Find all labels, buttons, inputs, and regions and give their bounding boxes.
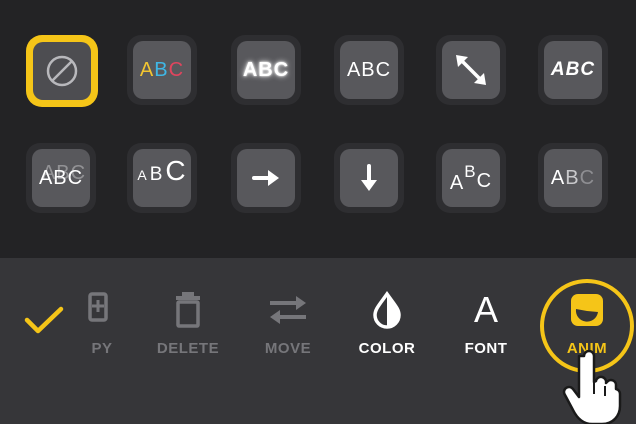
style-italic-bold-tile[interactable]: ABC — [538, 35, 608, 105]
style-italic-bold-preview: ABC — [544, 41, 602, 99]
grow-letter-b: B — [149, 164, 164, 185]
grow-letter-c: C — [165, 155, 187, 186]
fade-letter-c: C — [579, 166, 596, 189]
swap-arrows-icon — [270, 296, 306, 324]
style-fade-tile[interactable]: A B C — [538, 143, 608, 213]
font-label: FONT — [464, 340, 508, 357]
style-none-tile[interactable] — [26, 35, 98, 107]
copy-icon — [88, 292, 108, 322]
style-arrow-right-tile[interactable] — [231, 143, 301, 213]
pointing-hand-icon — [562, 349, 622, 424]
colored-letter-a: A — [139, 58, 155, 81]
color-button[interactable]: COLOR — [342, 290, 432, 357]
checkmark-icon — [24, 306, 64, 334]
shadow-text: ABC — [38, 166, 84, 189]
trash-icon — [176, 292, 200, 328]
wave-letter-a: A — [449, 171, 465, 194]
arrow-down-icon — [361, 164, 377, 191]
move-button[interactable]: MOVE — [243, 290, 333, 357]
copy-label: PY — [91, 340, 113, 357]
style-expand-preview — [442, 41, 500, 99]
style-glow-preview: ABC — [237, 41, 295, 99]
style-colored-letters-preview: A B C — [133, 41, 191, 99]
animation-style-grid: A B C ABC ABC ABC ABC A B C A B C A B C — [0, 0, 636, 258]
style-colored-letters-tile[interactable]: A B C — [127, 35, 197, 105]
style-plain-tile[interactable]: ABC — [334, 35, 404, 105]
style-expand-tile[interactable] — [436, 35, 506, 105]
style-glow-tile[interactable]: ABC — [231, 35, 301, 105]
color-label: COLOR — [358, 340, 416, 357]
expand-arrows-icon — [456, 55, 486, 85]
style-arrow-down-preview — [340, 149, 398, 207]
delete-button[interactable]: DELETE — [143, 290, 233, 357]
grow-letter-a: A — [137, 167, 148, 183]
colored-letter-b: B — [154, 58, 169, 81]
style-growing-size-preview: A B C — [133, 149, 191, 207]
style-fade-preview: A B C — [544, 149, 602, 207]
font-button[interactable]: A FONT — [441, 289, 531, 358]
font-icon: A — [473, 289, 498, 330]
copy-button[interactable]: PY — [64, 290, 134, 357]
style-wave-tile[interactable]: A B C — [436, 143, 506, 213]
wave-letter-b: B — [464, 162, 477, 181]
style-growing-size-tile[interactable]: A B C — [127, 143, 197, 213]
style-arrow-down-tile[interactable] — [334, 143, 404, 213]
style-shadow-preview: ABC — [32, 149, 90, 207]
style-plain-preview: ABC — [340, 41, 398, 99]
color-drop-icon — [373, 290, 401, 329]
move-label: MOVE — [264, 340, 312, 357]
delete-label: DELETE — [156, 340, 220, 357]
italic-bold-text: ABC — [550, 59, 596, 80]
style-none-preview — [33, 42, 91, 100]
anim-button[interactable]: ANIM — [542, 290, 632, 357]
plain-text: ABC — [346, 58, 392, 81]
style-wave-preview: A B C — [442, 149, 500, 207]
fade-letter-b: B — [565, 166, 580, 189]
colored-letter-c: C — [168, 58, 185, 81]
glow-text: ABC — [242, 58, 290, 81]
no-style-icon — [46, 55, 78, 87]
wave-letter-c: C — [476, 169, 493, 192]
anim-face-icon — [571, 294, 603, 326]
style-shadow-tile[interactable]: ABC — [26, 143, 96, 213]
style-arrow-right-preview — [237, 149, 295, 207]
fade-letter-a: A — [550, 166, 566, 189]
confirm-button[interactable] — [22, 303, 66, 339]
arrow-right-icon — [252, 170, 279, 186]
